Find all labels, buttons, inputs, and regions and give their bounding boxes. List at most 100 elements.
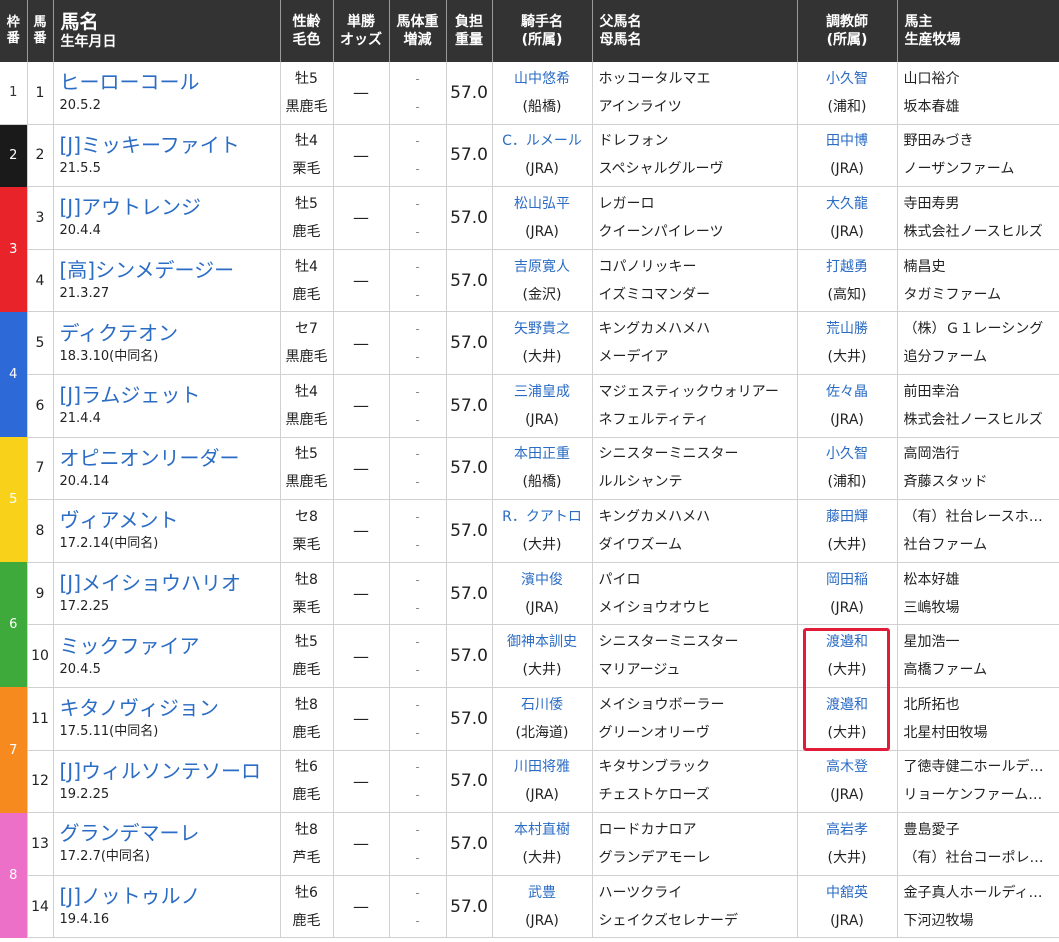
weight-cell: -- — [389, 499, 447, 563]
table-row: 14 [J]ノットゥルノ 19.4.16 牡6 鹿毛 — - -57.0 武豊 (JRA) ハーツク… — [0, 875, 1059, 939]
jockey-link[interactable]: 濱中俊 — [493, 566, 592, 594]
dam-name: シェイクズセレナーデ — [598, 912, 738, 929]
jockey-cell: 松山弘平 (JRA) — [492, 186, 593, 250]
dam-name: ルルシャンテ — [598, 474, 683, 491]
header-weight-label2: 増減 — [403, 32, 432, 48]
horse-name-link[interactable]: グランデマーレ — [60, 821, 280, 845]
jockey-link[interactable]: R．クアトロ — [493, 503, 592, 531]
kinryo-value: 57.0 — [450, 583, 488, 604]
header-waku: 枠 番 — [0, 0, 28, 62]
weight-change: - — [415, 788, 420, 803]
table-row: 10 ミックファイア 20.4.5 牡5 鹿毛 — - -57.0 御神本訓史 (大井) シニスター… — [0, 624, 1059, 688]
header-weight: 馬体重 増減 — [389, 0, 447, 62]
jockey-link[interactable]: C．ルメール — [493, 127, 592, 155]
uma-number: 5 — [35, 335, 45, 352]
trainer-link[interactable]: 高岩孝 — [798, 816, 897, 844]
trainer-affiliation: (大井) — [827, 662, 867, 679]
win-odds: — — [353, 145, 369, 165]
jockey-affiliation: (船橋) — [522, 98, 562, 115]
jockey-link[interactable]: 川田将雅 — [493, 753, 592, 781]
jockey-link[interactable]: 本田正重 — [493, 440, 592, 468]
sire-name: メイショウボーラー — [598, 696, 725, 713]
trainer-link[interactable]: 田中博 — [798, 127, 897, 155]
horse-name-link[interactable]: ミックファイア — [60, 634, 280, 658]
trainer-affiliation: (高知) — [827, 286, 867, 303]
jockey-affiliation: (北海道) — [515, 724, 569, 741]
sire-name: シニスターミニスター — [598, 446, 739, 463]
sire-name: パイロ — [598, 571, 641, 588]
breeder-name: 坂本春雄 — [903, 98, 960, 115]
uma-cell: 8 — [27, 499, 54, 563]
table-row: 12 [J]ウィルソンテソーロ 19.2.25 牡6 鹿毛 — - -57.0 川田将雅 (JRA… — [0, 750, 1059, 814]
jockey-affiliation: (船橋) — [522, 474, 562, 491]
jockey-link[interactable]: 三浦皇成 — [493, 378, 592, 406]
trainer-link[interactable]: 小久智 — [798, 440, 897, 468]
horse-name-link[interactable]: [J]アウトレンジ — [60, 195, 280, 219]
jockey-cell: 濱中俊 (JRA) — [492, 562, 593, 626]
horse-name-link[interactable]: キタノヴィジョン — [60, 696, 280, 720]
trainer-link[interactable]: 小久智 — [798, 65, 897, 93]
waku-number: 4 — [9, 366, 18, 382]
header-kin-label2: 重量 — [455, 32, 483, 48]
horse-name-link[interactable]: [J]ラムジェット — [60, 383, 280, 407]
horse-birth: 20.5.2 — [59, 98, 101, 114]
jockey-link[interactable]: 武豊 — [493, 879, 592, 907]
horse-name-link[interactable]: [J]ミッキーファイト — [60, 133, 280, 157]
trainer-link[interactable]: 荒山勝 — [798, 315, 897, 343]
dam-name: ダイワズーム — [598, 536, 683, 553]
trainer-link[interactable]: 渡邉和 — [798, 691, 897, 719]
odds-cell: — — [333, 687, 390, 751]
jockey-link[interactable]: 御神本訓史 — [493, 628, 592, 656]
pedigree-cell: シニスターミニスター ルルシャンテ — [592, 437, 798, 501]
table-row: 2 2 [J]ミッキーファイト 21.5.5 牡4 栗毛 — - -57.0 C．ルメール (JRA… — [0, 124, 1059, 188]
jockey-link[interactable]: 吉原寛人 — [493, 253, 592, 281]
sex-age: 牡5 — [295, 446, 318, 463]
trainer-link[interactable]: 藤田輝 — [798, 503, 897, 531]
dam-name: アインライツ — [598, 98, 682, 115]
coat-color: 黒鹿毛 — [285, 411, 328, 428]
uma-number: 13 — [31, 835, 49, 852]
horse-cell: [J]ラムジェット 21.4.4 — [53, 374, 281, 438]
kinryo-value: 57.0 — [450, 333, 488, 354]
kinryo-cell: 57.0 — [446, 750, 493, 814]
sex-age: 牡5 — [295, 195, 318, 212]
horse-name-link[interactable]: ヒーローコール — [60, 70, 280, 94]
trainer-cell: 小久智 (浦和) — [797, 437, 898, 501]
trainer-link[interactable]: 打越勇 — [798, 253, 897, 281]
horse-name-link[interactable]: オピニオンリーダー — [60, 446, 280, 470]
horse-name-link[interactable]: [J]メイショウハリオ — [60, 571, 280, 595]
trainer-affiliation: (大井) — [827, 536, 867, 553]
trainer-link[interactable]: 岡田稲 — [798, 566, 897, 594]
jockey-link[interactable]: 松山弘平 — [493, 190, 592, 218]
jockey-cell: 石川倭 (北海道) — [492, 687, 593, 751]
horse-name-link[interactable]: [J]ウィルソンテソーロ — [60, 759, 280, 783]
horse-name-link[interactable]: ヴィアメント — [60, 508, 280, 532]
jockey-link[interactable]: 山中悠希 — [493, 65, 592, 93]
kinryo-cell: 57.0 — [446, 875, 493, 939]
trainer-link[interactable]: 高木登 — [798, 753, 897, 781]
weight-cell: -- — [389, 624, 447, 688]
kinryo-value: 57.0 — [450, 646, 488, 667]
trainer-link[interactable]: 佐々晶 — [798, 378, 897, 406]
horse-name-link[interactable]: [J]ノットゥルノ — [60, 884, 280, 908]
horse-name-link[interactable]: [高]シンメデージー — [60, 258, 280, 282]
sex-age: 牡6 — [295, 759, 318, 776]
trainer-link[interactable]: 渡邉和 — [798, 628, 897, 656]
trainer-link[interactable]: 大久龍 — [798, 190, 897, 218]
header-odds-label2: オッズ — [340, 32, 382, 48]
header-sire-label1: 父馬名 — [599, 14, 642, 30]
waku-cell: 2 — [0, 124, 28, 187]
breeder-name: 株式会社ノースヒルズ — [903, 223, 1043, 240]
jockey-affiliation: (JRA) — [525, 787, 559, 804]
table-row: 5 7 オピニオンリーダー 20.4.14 牡5 黒鹿毛 — - -57.0 本田正重 (船橋) シニ… — [0, 437, 1059, 563]
jockey-link[interactable]: 本村直樹 — [493, 816, 592, 844]
horse-name-link[interactable]: ディクテオン — [60, 321, 280, 345]
sire-name: ロードカナロア — [598, 821, 697, 838]
header-owner: 馬主 生産牧場 — [897, 0, 1059, 62]
trainer-cell: 高岩孝 (大井) — [797, 812, 898, 876]
header-trainer-label2: (所属) — [826, 32, 868, 48]
owner-cell: （有）社台レースホ… 社台ファーム — [897, 499, 1059, 563]
jockey-link[interactable]: 石川倭 — [493, 691, 592, 719]
jockey-link[interactable]: 矢野貴之 — [493, 315, 592, 343]
trainer-link[interactable]: 中舘英 — [798, 879, 897, 907]
